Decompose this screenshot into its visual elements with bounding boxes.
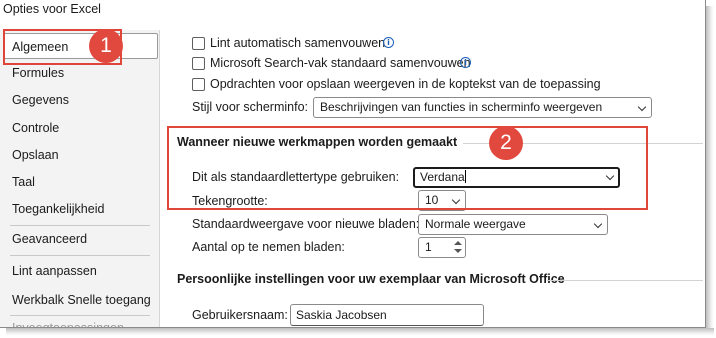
screentip-style-label: Stijl voor scherminfo: [192,100,309,114]
screentip-style-value: Beschrijvingen van functies in scherminf… [320,100,603,114]
spin-up-icon[interactable] [454,241,462,245]
nav-item-lint-aanpassen[interactable]: Lint aanpassen [0,258,160,284]
username-label: Gebruikersnaam: [192,308,288,322]
default-view-label: Standaardweergave voor nieuwe bladen: [192,217,420,231]
sheet-count-value: 1 [425,240,432,254]
nav-item-toegankelijkheid[interactable]: Toegankelijkheid [0,196,160,222]
chevron-down-icon [637,102,647,112]
options-nav: Algemeen Formules Gegevens Controle Opsl… [0,30,160,327]
window-shadow-bottom [6,328,714,336]
nav-item-invoegtoepassingen[interactable]: Invoegtoepassingen [0,315,160,327]
collapse-ribbon-checkbox[interactable] [192,37,205,50]
nav-item-controle[interactable]: Controle [0,115,160,141]
sheet-count-spinner[interactable]: 1 [418,237,466,258]
default-view-select[interactable]: Normale weergave [418,214,608,235]
nav-item-gegevens[interactable]: Gegevens [0,87,160,113]
collapse-ribbon-label: Lint automatisch samenvouwen [210,36,386,50]
personalize-heading: Persoonlijke instellingen voor uw exempl… [177,272,565,286]
collapse-search-label: Microsoft Search-vak standaard samenvouw… [210,56,471,70]
callout-badge-1: 1 [89,29,123,63]
info-icon[interactable]: i [383,37,394,48]
callout-highlight-new-workbooks [167,126,648,210]
show-save-commands-checkbox[interactable] [192,78,205,91]
nav-item-geavanceerd[interactable]: Geavanceerd [0,226,160,252]
window-shadow-right [706,6,714,332]
info-icon[interactable]: i [460,57,471,68]
spin-arrows-icon[interactable] [454,240,462,255]
nav-separator [10,255,150,256]
sheet-count-label: Aantal op te nemen bladen: [192,240,345,254]
chevron-down-icon [593,219,603,229]
nav-item-opslaan[interactable]: Opslaan [0,142,160,168]
screentip-style-select[interactable]: Beschrijvingen van functies in scherminf… [313,97,652,118]
default-view-value: Normale weergave [425,217,526,231]
collapse-search-checkbox[interactable] [192,57,205,70]
nav-item-taal[interactable]: Taal [0,169,160,195]
show-save-commands-label: Opdrachten voor opslaan weergeven in de … [210,77,601,91]
callout-badge-2: 2 [489,126,523,160]
window-title: Opties voor Excel [3,2,101,16]
section-divider [547,280,703,281]
spin-down-icon[interactable] [454,249,462,253]
nav-item-werkbalk-snelle-toegang[interactable]: Werkbalk Snelle toegang [0,287,160,313]
username-input[interactable]: Saskia Jacobsen [290,304,484,326]
